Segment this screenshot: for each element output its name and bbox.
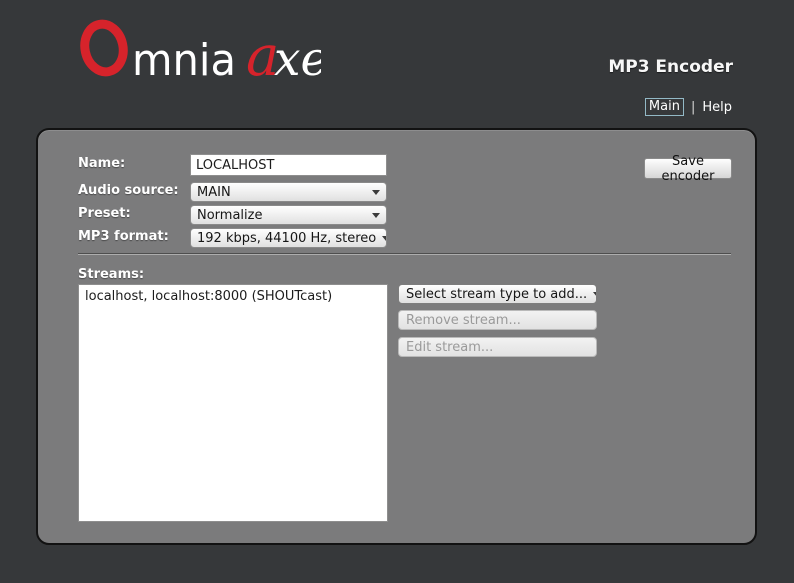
preset-value: Normalize — [197, 207, 263, 223]
page-title: MP3 Encoder — [608, 57, 733, 77]
mp3-encoder-page: mnia a xe MP3 Encoder Main | Help Name: … — [0, 0, 794, 583]
edit-stream-button[interactable]: Edit stream... — [398, 337, 597, 357]
stream-list-item[interactable]: localhost, localhost:8000 (SHOUTcast) — [79, 285, 387, 308]
chevron-down-icon — [372, 212, 380, 218]
chevron-down-icon — [593, 291, 596, 297]
stream-listbox[interactable]: localhost, localhost:8000 (SHOUTcast) — [78, 284, 388, 522]
preset-label: Preset: — [78, 206, 131, 221]
save-encoder-button[interactable]: Save encoder — [644, 154, 732, 184]
add-stream-type-label: Select stream type to add... — [406, 286, 588, 302]
chevron-down-icon — [372, 189, 380, 195]
top-nav: Main | Help — [644, 98, 732, 116]
mp3-format-label: MP3 format: — [78, 229, 169, 244]
encoder-panel: Name: Audio source: MAIN Preset: Normali… — [36, 128, 757, 545]
audio-source-select[interactable]: MAIN — [190, 182, 387, 202]
nav-link-main[interactable]: Main — [644, 98, 684, 116]
mp3-format-value: 192 kbps, 44100 Hz, stereo — [197, 230, 377, 246]
add-stream-type-select[interactable]: Select stream type to add... — [398, 284, 597, 304]
remove-stream-button[interactable]: Remove stream... — [398, 310, 597, 330]
audio-source-value: MAIN — [197, 184, 231, 200]
name-label: Name: — [78, 156, 126, 171]
preset-select[interactable]: Normalize — [190, 205, 387, 225]
chevron-down-icon — [382, 235, 386, 241]
section-divider — [78, 253, 731, 255]
logo-product-rest: xe — [274, 32, 321, 87]
omnia-axe-logo: mnia a xe — [80, 19, 321, 89]
nav-link-help[interactable]: Help — [702, 100, 732, 115]
streams-label: Streams: — [78, 267, 145, 282]
logo-o-glyph — [80, 19, 128, 77]
audio-source-label: Audio source: — [78, 183, 179, 198]
nav-separator: | — [690, 99, 696, 115]
mp3-format-select[interactable]: 192 kbps, 44100 Hz, stereo — [190, 228, 387, 248]
logo-brand-rest: mnia — [132, 35, 236, 86]
name-input[interactable] — [190, 154, 387, 176]
